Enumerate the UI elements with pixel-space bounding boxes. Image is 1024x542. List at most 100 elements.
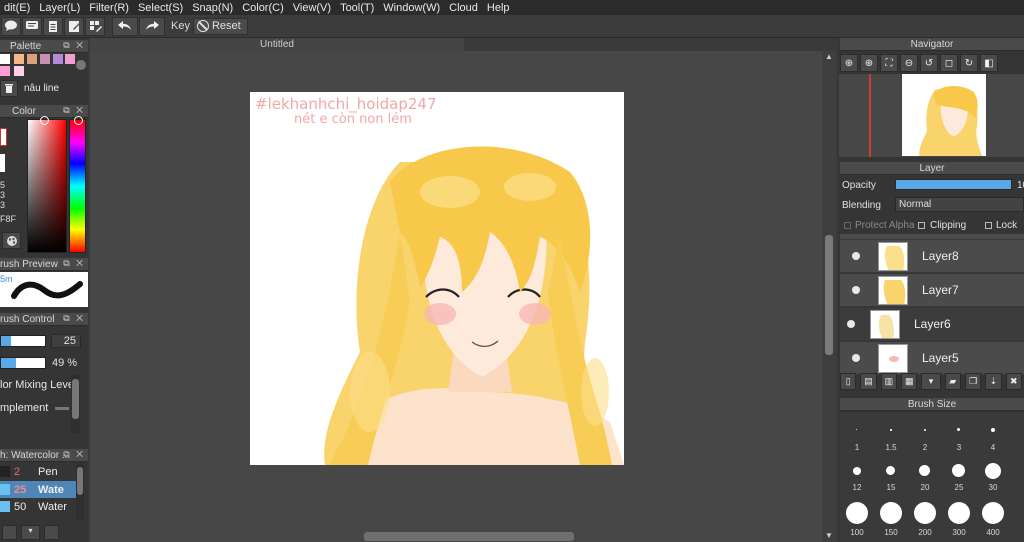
supplement-slider[interactable] — [55, 407, 69, 410]
visibility-eye-icon[interactable] — [847, 320, 855, 328]
brush-size-cell[interactable]: 1.5 — [874, 415, 908, 452]
comment-icon[interactable] — [22, 16, 42, 36]
menu-layer[interactable]: Layer(L) — [35, 2, 85, 14]
vertical-scroll-thumb[interactable] — [825, 235, 833, 355]
lock-checkbox[interactable] — [985, 222, 992, 229]
brush-size-value[interactable]: 25 — [51, 334, 81, 348]
menu-edit[interactable]: dit(E) — [0, 2, 35, 14]
panel-controls-icon[interactable]: ⧉ ✕ — [63, 105, 85, 116]
edit-sheet-icon[interactable] — [64, 16, 84, 36]
brush-size-cell[interactable]: 4 — [976, 415, 1010, 452]
grid-edit-icon[interactable] — [85, 16, 105, 36]
palette-swatch[interactable] — [14, 54, 24, 64]
palette-swatch[interactable] — [53, 54, 63, 64]
copy-brush-icon[interactable] — [44, 524, 59, 540]
palette-scroll-knob[interactable] — [76, 60, 86, 70]
visibility-eye-icon[interactable] — [852, 286, 860, 294]
menu-filter[interactable]: Filter(R) — [85, 2, 134, 14]
zoom-in-icon[interactable]: ⊕ — [840, 54, 858, 72]
menu-window[interactable]: Window(W) — [379, 2, 445, 14]
brush-item-watercolor-selected[interactable]: 25 Wate — [0, 481, 76, 498]
layer-row[interactable]: Layer8 — [840, 240, 1024, 273]
canvas-tab[interactable]: Untitled — [90, 38, 464, 51]
speech-bubble-icon[interactable] — [1, 16, 21, 36]
navigator-preview[interactable] — [839, 74, 1024, 157]
rotate-right-icon[interactable]: ↻ — [960, 54, 978, 72]
fit-window-icon[interactable]: ⛶ — [880, 54, 898, 72]
saturation-value-box[interactable] — [27, 119, 67, 253]
panel-controls-icon[interactable]: ⧉ ✕ — [63, 313, 85, 324]
zoom-in-alt-icon[interactable]: ⊕ — [860, 54, 878, 72]
layer-row[interactable]: Layer7 — [840, 274, 1024, 307]
menu-snap[interactable]: Snap(N) — [188, 2, 238, 14]
new-folder-layer-icon[interactable]: ▦ — [901, 372, 918, 390]
panel-controls-icon[interactable]: ⧉ ✕ — [63, 258, 85, 269]
blending-select[interactable]: Normal — [895, 197, 1024, 212]
palette-swatch[interactable] — [14, 66, 24, 76]
hue-bar[interactable] — [69, 119, 86, 253]
add-layer-menu-icon[interactable]: ▾ — [921, 372, 941, 390]
brush-size-cell[interactable]: 1 — [840, 415, 874, 452]
redo-icon[interactable] — [139, 16, 165, 36]
scroll-up-icon[interactable]: ▲ — [825, 52, 833, 61]
new-brush-icon[interactable] — [2, 524, 17, 540]
brush-item-pen[interactable]: 2 Pen — [0, 463, 76, 480]
trash-icon[interactable] — [0, 80, 18, 97]
new-vector-layer-icon[interactable]: ▤ — [860, 372, 877, 390]
brush-size-cell[interactable]: 200 — [908, 499, 942, 537]
brush-size-cell[interactable]: 3 — [942, 415, 976, 452]
rotate-left-icon[interactable]: ↺ — [920, 54, 938, 72]
duplicate-layer-icon[interactable]: ❐ — [964, 372, 982, 390]
brush-size-cell[interactable]: 400 — [976, 499, 1010, 537]
brush-size-cell[interactable]: 15 — [874, 457, 908, 492]
brush-size-cell[interactable]: 150 — [874, 499, 908, 537]
palette-picker-icon[interactable] — [2, 232, 21, 249]
layer-row-selected[interactable]: Layer6 — [840, 308, 1024, 341]
palette-swatch[interactable] — [0, 54, 10, 64]
palette-swatch[interactable] — [65, 54, 75, 64]
new-layer-icon[interactable]: ▯ — [840, 372, 857, 390]
panel-controls-icon[interactable]: ⧉ ✕ — [63, 449, 85, 460]
palette-swatch[interactable] — [0, 66, 10, 76]
panel-controls-icon[interactable]: ⧉ ✕ — [63, 40, 85, 51]
new-halftone-layer-icon[interactable]: ▥ — [880, 372, 898, 390]
palette-swatch[interactable] — [27, 54, 37, 64]
opacity-slider[interactable] — [895, 179, 1012, 190]
merge-layer-icon[interactable]: ⇣ — [985, 372, 1002, 390]
brush-size-slider[interactable] — [0, 335, 46, 347]
reset-view-icon[interactable]: ◻ — [940, 54, 958, 72]
delete-layer-icon[interactable]: ✖ — [1005, 372, 1022, 390]
folder-icon[interactable]: ▰ — [944, 372, 961, 390]
brush-size-cell[interactable]: 25 — [942, 457, 976, 492]
brush-size-cell[interactable]: 300 — [942, 499, 976, 537]
brush-size-cell[interactable]: 2 — [908, 415, 942, 452]
undo-icon[interactable] — [112, 16, 138, 36]
horizontal-scroll-thumb[interactable] — [364, 532, 574, 541]
menu-cloud[interactable]: Cloud — [445, 2, 483, 14]
canvas-paper[interactable]: #lekhanhchi_hoidap247 nét e còn non lém — [250, 92, 624, 465]
brush-size-cell[interactable]: 20 — [908, 457, 942, 492]
reset-button[interactable]: Reset — [192, 17, 248, 35]
menu-view[interactable]: View(V) — [289, 2, 336, 14]
clipping-checkbox[interactable] — [918, 222, 925, 229]
brush-size-cell[interactable]: 30 — [976, 457, 1010, 492]
protect-alpha-checkbox[interactable] — [844, 222, 851, 229]
brush-list-scrollbar[interactable] — [76, 463, 84, 521]
palette-swatch[interactable] — [40, 54, 50, 64]
brush-size-cell[interactable]: 100 — [840, 499, 874, 537]
visibility-eye-icon[interactable] — [852, 252, 860, 260]
sub-color-swatch[interactable] — [0, 154, 5, 172]
main-color-swatch[interactable] — [0, 128, 7, 146]
canvas-vertical-scrollbar[interactable]: ▲ ▼ — [822, 51, 836, 542]
visibility-eye-icon[interactable] — [852, 354, 860, 362]
menu-select[interactable]: Select(S) — [134, 2, 188, 14]
brush-menu-icon[interactable]: ▾ — [21, 524, 40, 540]
menu-color[interactable]: Color(C) — [238, 2, 289, 14]
brush-density-slider[interactable] — [0, 357, 46, 369]
brush-item-watercolor[interactable]: 50 Water — [0, 498, 76, 515]
document-icon[interactable] — [43, 16, 63, 36]
brush-size-cell[interactable]: 12 — [840, 457, 874, 492]
menu-help[interactable]: Help — [483, 2, 515, 14]
flip-horizontal-icon[interactable]: ◧ — [980, 54, 998, 72]
brush-control-scrollbar[interactable] — [71, 375, 80, 433]
